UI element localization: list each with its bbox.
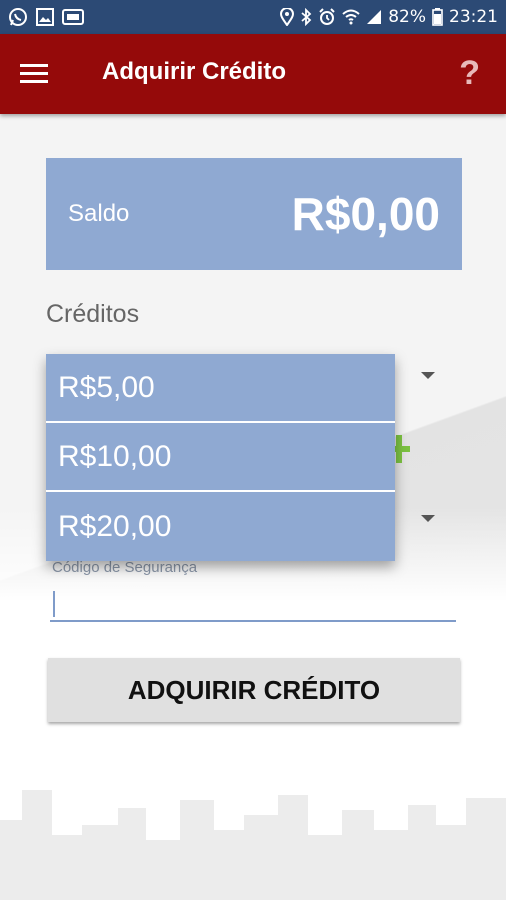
battery-icon — [432, 8, 443, 26]
credit-option-5[interactable]: R$5,00 — [46, 354, 395, 423]
second-dropdown-arrow-icon[interactable] — [421, 515, 435, 522]
help-icon[interactable]: ? — [459, 54, 480, 93]
gallery-icon — [36, 8, 54, 26]
bluetooth-icon — [300, 8, 312, 26]
balance-value: R$0,00 — [291, 188, 440, 240]
hamburger-menu-icon[interactable] — [20, 64, 48, 84]
alarm-icon — [318, 8, 336, 26]
text-cursor — [53, 591, 55, 617]
battery-percent: 82% — [388, 7, 426, 27]
credits-dropdown-list: R$5,00 R$10,00 R$20,00 — [46, 354, 395, 561]
app-bar: Adquirir Crédito ? — [0, 34, 506, 114]
status-bar: 82% 23:21 — [0, 0, 506, 34]
credit-option-10[interactable]: R$10,00 — [46, 423, 395, 492]
credit-option-20[interactable]: R$20,00 — [46, 492, 395, 561]
city-skyline-icon — [0, 790, 506, 900]
wifi-icon — [342, 9, 360, 25]
page-title: Adquirir Crédito — [102, 58, 286, 85]
clock: 23:21 — [449, 7, 498, 27]
credits-dropdown-arrow-icon[interactable] — [421, 372, 435, 379]
balance-card: Saldo R$0,00 — [46, 158, 462, 270]
signal-icon — [366, 9, 382, 25]
balance-label: Saldo — [68, 200, 130, 227]
credits-label: Créditos — [46, 300, 140, 328]
security-code-label: Código de Segurança — [52, 559, 198, 576]
qd-icon — [62, 9, 84, 25]
security-code-input[interactable] — [50, 584, 456, 622]
buy-credit-button[interactable]: ADQUIRIR CRÉDITO — [48, 658, 460, 722]
location-icon — [280, 8, 295, 26]
whatsapp-icon — [8, 7, 28, 27]
